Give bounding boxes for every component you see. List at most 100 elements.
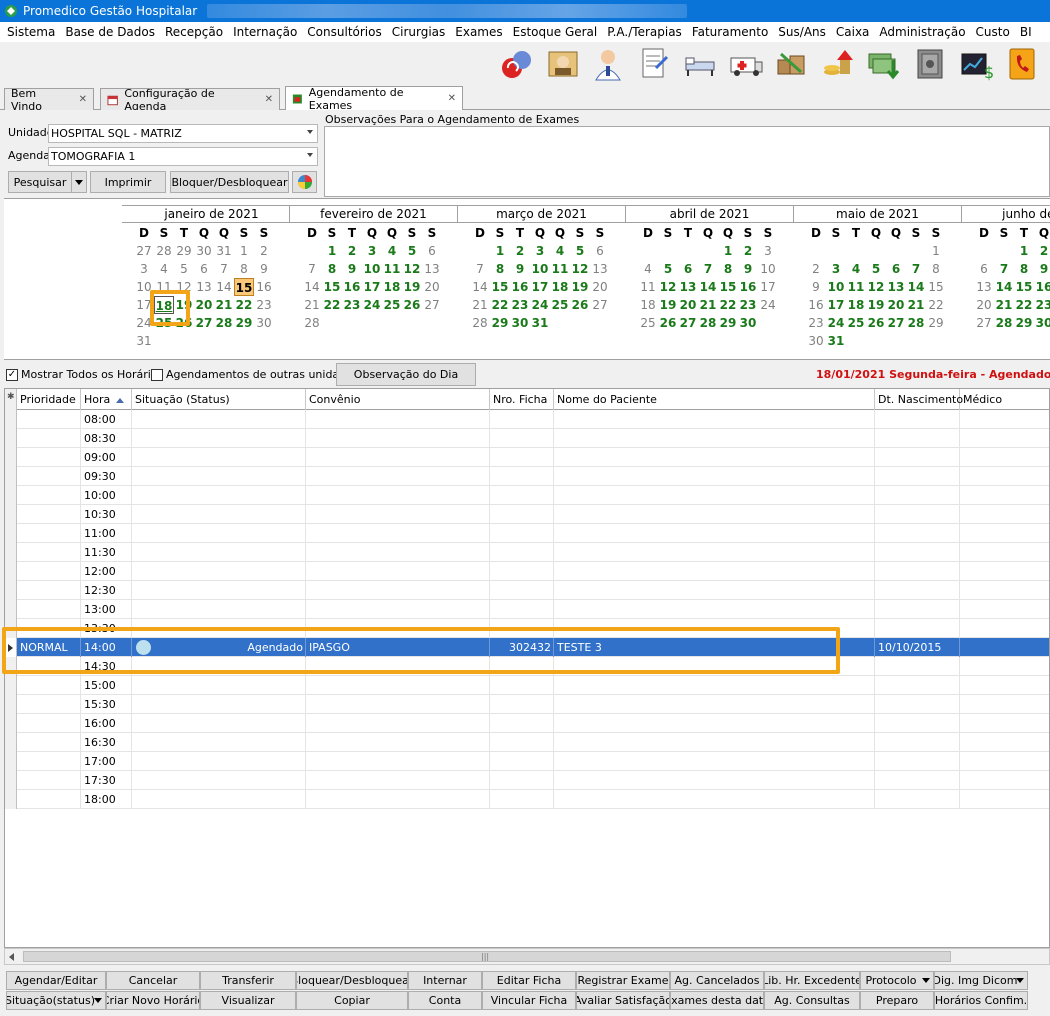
cell-situacao[interactable]	[132, 562, 306, 581]
menu-item[interactable]: Custo	[971, 25, 1015, 39]
cell-nascimento[interactable]	[875, 505, 960, 524]
cell-convenio[interactable]	[306, 448, 490, 467]
calendar-day[interactable]: 6	[194, 260, 214, 278]
calendar-day[interactable]: 21	[302, 296, 322, 314]
calendar-day[interactable]: 24	[758, 296, 778, 314]
calendar-day[interactable]: 19	[402, 278, 422, 296]
calendar-day[interactable]: 30	[510, 314, 530, 332]
cell-ficha[interactable]	[490, 486, 554, 505]
column-header[interactable]: Nro. Ficha	[490, 389, 554, 410]
cell-situacao[interactable]: Agendado	[132, 638, 306, 657]
action-button[interactable]: Criar Novo Horário	[106, 991, 200, 1010]
row-selector[interactable]	[5, 714, 17, 733]
close-icon[interactable]: ✕	[265, 94, 273, 105]
calendar-day[interactable]: 23	[254, 296, 274, 314]
cell-ficha[interactable]	[490, 790, 554, 809]
cell-ficha[interactable]	[490, 619, 554, 638]
cell-convenio[interactable]	[306, 619, 490, 638]
table-row[interactable]: 16:30	[5, 733, 1049, 752]
row-selector[interactable]	[5, 429, 17, 448]
calendar-day[interactable]: 9	[806, 278, 826, 296]
cell-situacao[interactable]	[132, 600, 306, 619]
cell-paciente[interactable]	[554, 695, 875, 714]
action-button[interactable]: Lib. Hr. Excedente	[764, 971, 860, 990]
action-button[interactable]: Editar Ficha	[482, 971, 576, 990]
calendar-day[interactable]: 16	[254, 278, 274, 296]
cell-convenio[interactable]	[306, 714, 490, 733]
table-row[interactable]: 14:30	[5, 657, 1049, 676]
cell-ficha[interactable]	[490, 714, 554, 733]
calendar-day[interactable]: 30	[254, 314, 274, 332]
calendar-day[interactable]: 23	[510, 296, 530, 314]
calendar-day[interactable]: 11	[846, 278, 866, 296]
calendar-day[interactable]: 19	[866, 296, 886, 314]
calendar-day[interactable]: 12	[570, 260, 590, 278]
table-row[interactable]: 17:30	[5, 771, 1049, 790]
row-selector[interactable]	[5, 486, 17, 505]
cell-medico[interactable]	[960, 505, 1049, 524]
column-header[interactable]: Nome do Paciente	[554, 389, 875, 410]
calendar-day[interactable]: 18	[154, 296, 174, 314]
cell-medico[interactable]	[960, 619, 1049, 638]
cell-situacao[interactable]	[132, 543, 306, 562]
cell-paciente[interactable]	[554, 733, 875, 752]
action-button[interactable]: Ag. Cancelados	[670, 971, 764, 990]
row-selector[interactable]	[5, 581, 17, 600]
cell-nascimento[interactable]	[875, 448, 960, 467]
calendar-day[interactable]: 30	[738, 314, 758, 332]
cell-convenio[interactable]	[306, 581, 490, 600]
cell-convenio[interactable]	[306, 467, 490, 486]
menu-item[interactable]: Exames	[450, 25, 507, 39]
calendar-day[interactable]: 29	[234, 314, 254, 332]
cell-prioridade[interactable]	[17, 524, 81, 543]
calendar-day[interactable]: 21	[994, 296, 1014, 314]
cell-ficha[interactable]	[490, 505, 554, 524]
calendar-day[interactable]: 15	[926, 278, 946, 296]
cell-medico[interactable]	[960, 410, 1049, 429]
cell-prioridade[interactable]	[17, 486, 81, 505]
cell-hora[interactable]: 13:00	[81, 600, 132, 619]
cell-hora[interactable]: 14:00	[81, 638, 132, 657]
cell-ficha[interactable]	[490, 733, 554, 752]
doctor-icon[interactable]	[590, 46, 626, 82]
calendar-day[interactable]: 5	[658, 260, 678, 278]
calendar-day[interactable]: 13	[194, 278, 214, 296]
calendar-day[interactable]: 3	[134, 260, 154, 278]
calendar-day[interactable]: 20	[590, 278, 610, 296]
calendar-day[interactable]: 1	[490, 242, 510, 260]
calendar-day[interactable]: 7	[906, 260, 926, 278]
calendar-day[interactable]: 17	[134, 296, 154, 314]
calendar-day[interactable]: 6	[974, 260, 994, 278]
row-selector[interactable]	[5, 733, 17, 752]
color-legend-button[interactable]	[292, 171, 317, 193]
calendar-day[interactable]: 2	[806, 260, 826, 278]
calendar-day[interactable]: 29	[1014, 314, 1034, 332]
column-header[interactable]: Prioridade	[17, 389, 81, 410]
cell-nascimento[interactable]	[875, 467, 960, 486]
calendar-day[interactable]: 29	[718, 314, 738, 332]
calendar-day[interactable]: 9	[342, 260, 362, 278]
tab-bem-vindo[interactable]: Bem Vindo ✕	[4, 87, 94, 113]
calendar-day[interactable]: 7	[698, 260, 718, 278]
calendar-day[interactable]: 1	[1014, 242, 1034, 260]
calendar-day[interactable]: 21	[214, 296, 234, 314]
calendar-day[interactable]: 5	[174, 260, 194, 278]
calendar-day[interactable]: 22	[926, 296, 946, 314]
calendar-day[interactable]: 24	[530, 296, 550, 314]
calendar-day[interactable]: 26	[658, 314, 678, 332]
table-row[interactable]: 08:30	[5, 429, 1049, 448]
calendar-day[interactable]: 6	[678, 260, 698, 278]
action-button[interactable]: Protocolo	[860, 971, 934, 990]
cell-nascimento[interactable]	[875, 771, 960, 790]
pesquisar-dropdown-button[interactable]	[71, 171, 87, 193]
cell-paciente[interactable]	[554, 600, 875, 619]
cell-ficha[interactable]	[490, 600, 554, 619]
calendar-day[interactable]: 26	[866, 314, 886, 332]
calendar-day[interactable]: 26	[402, 296, 422, 314]
cell-prioridade[interactable]	[17, 619, 81, 638]
calendar-day[interactable]: 28	[994, 314, 1014, 332]
scroll-left-icon[interactable]	[9, 953, 14, 961]
cell-nascimento[interactable]	[875, 676, 960, 695]
action-button[interactable]: Cancelar	[106, 971, 200, 990]
cell-prioridade[interactable]	[17, 676, 81, 695]
